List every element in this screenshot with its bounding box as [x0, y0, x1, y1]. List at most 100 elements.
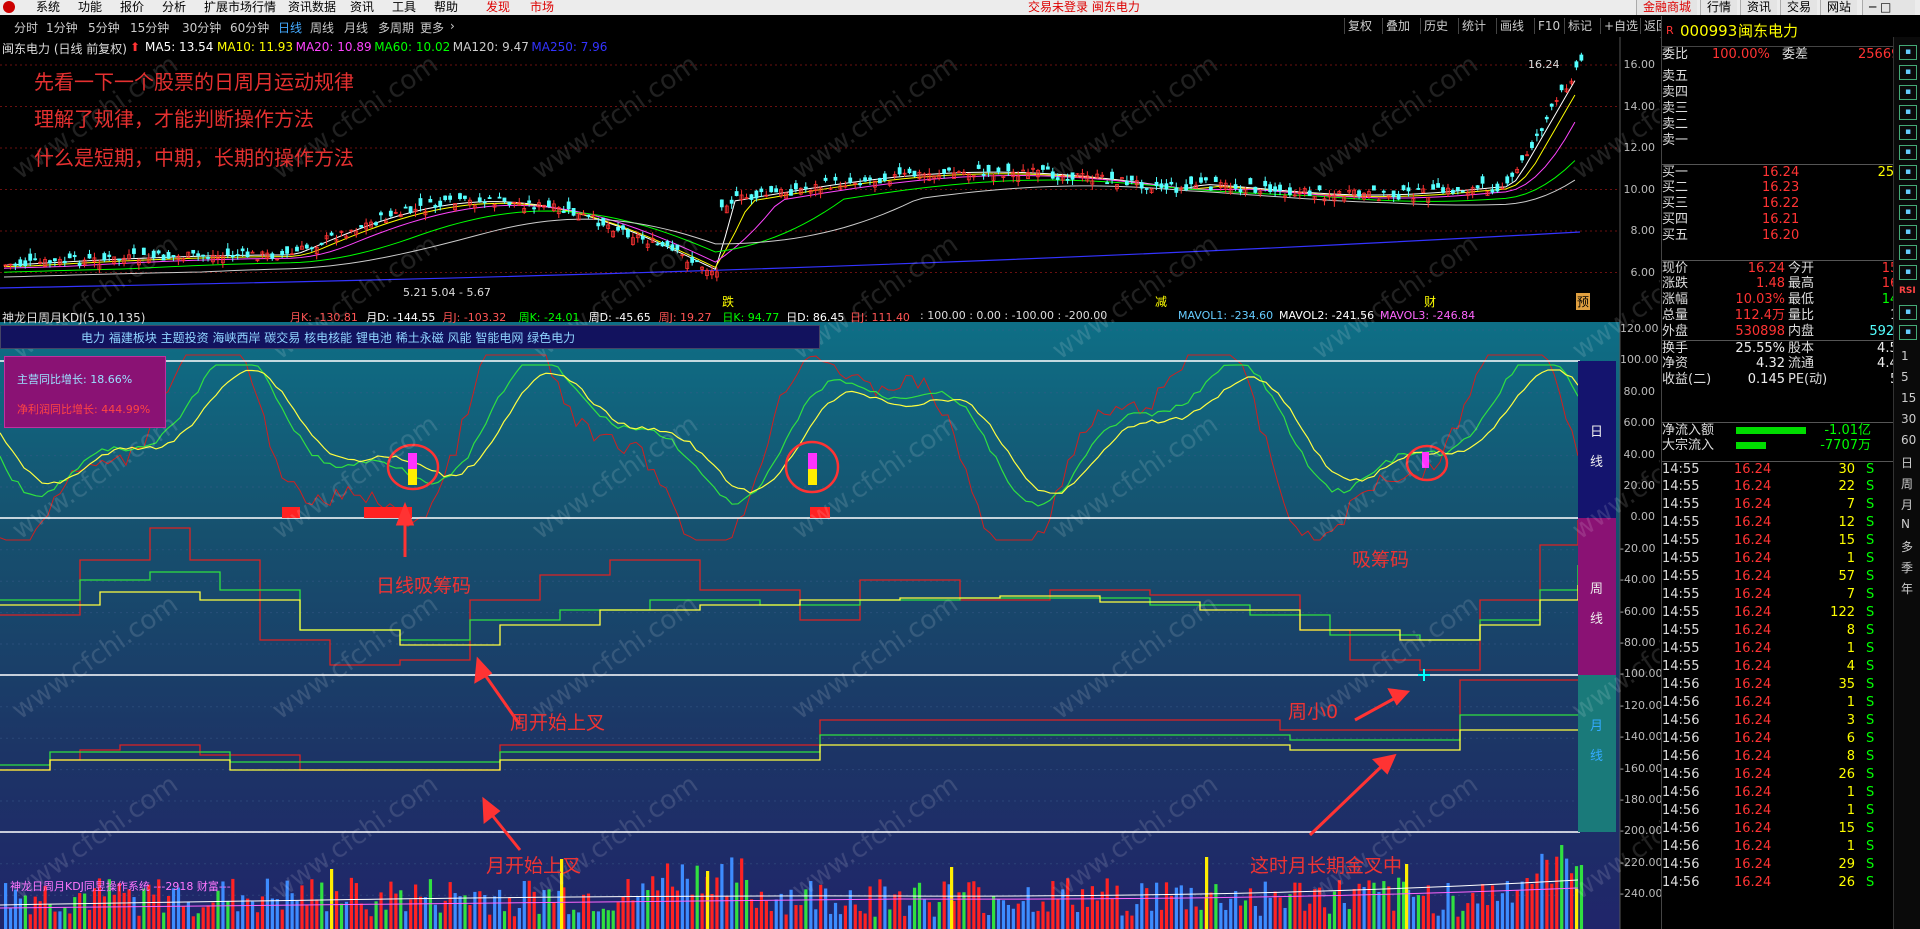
pen-icon[interactable]: ▪ — [1899, 325, 1917, 340]
mouse-icon[interactable]: ▪ — [1899, 205, 1917, 220]
window-controls[interactable]: ─ □ — [1862, 0, 1915, 15]
tab-15min[interactable]: 15分钟 — [130, 19, 169, 36]
tick-row[interactable]: 14:5516.247S5 — [1662, 587, 1920, 602]
event-marker-4[interactable]: 预 — [1576, 293, 1591, 310]
sidebar-period-1[interactable]: 5 — [1901, 370, 1909, 384]
indicator-title[interactable]: 神龙日周月KDJ(5,10,135) — [2, 309, 145, 326]
table-icon[interactable]: ▪ — [1899, 65, 1917, 80]
tick-row[interactable]: 14:5616.2429S6 — [1662, 857, 1920, 872]
tick-row[interactable]: 14:5616.241S1 — [1662, 803, 1920, 818]
board-icon[interactable]: ▪ — [1899, 185, 1917, 200]
more-chevron-icon[interactable]: › — [450, 19, 455, 33]
shop-button[interactable]: 金融商城 — [1636, 0, 1698, 15]
tick-row[interactable]: 14:5616.2435S4 — [1662, 677, 1920, 692]
app-logo-icon[interactable] — [3, 1, 15, 13]
tick-row[interactable]: 14:5616.2426S3 — [1662, 875, 1920, 890]
event-marker-3[interactable]: 财 — [1424, 293, 1436, 310]
menu-item-info[interactable]: 资讯 — [350, 0, 374, 15]
menu-item-extended-market[interactable]: 扩展市场行情 — [204, 0, 276, 15]
f10-button[interactable]: F10 — [1534, 18, 1563, 34]
tick-row[interactable]: 14:5616.241S1 — [1662, 695, 1920, 710]
tick-row[interactable]: 14:5516.2422S3 — [1662, 479, 1920, 494]
tab-timeshare[interactable]: 分时 — [14, 19, 38, 36]
flow-label: 净流入额 — [1662, 423, 1715, 438]
tab-monthly[interactable]: 月线 — [344, 19, 368, 36]
tab-1min[interactable]: 1分钟 — [46, 19, 78, 36]
rsi-icon[interactable]: RSI — [1899, 285, 1916, 298]
sidebar-period-8[interactable]: N — [1901, 517, 1910, 531]
tab-5min[interactable]: 5分钟 — [88, 19, 120, 36]
website-button[interactable]: 网站 — [1820, 0, 1858, 15]
tab-30min[interactable]: 30分钟 — [182, 19, 221, 36]
tick-row[interactable]: 14:5516.248S1 — [1662, 623, 1920, 638]
tab-more[interactable]: 更多 — [420, 19, 444, 36]
news-button[interactable]: 资讯 — [1740, 0, 1778, 15]
sidebar-period-5[interactable]: 日 — [1901, 454, 1913, 471]
tick-row[interactable]: 14:5616.241S1 — [1662, 785, 1920, 800]
draw-button[interactable]: 画线 — [1496, 18, 1527, 34]
news-icon[interactable]: ▪ — [1899, 265, 1917, 280]
sidebar-period-9[interactable]: 多 — [1901, 538, 1913, 555]
report-icon[interactable]: ▪ — [1899, 245, 1917, 260]
menu-item-system[interactable]: 系统 — [36, 0, 60, 15]
tick-row[interactable]: 14:5516.2415S1 — [1662, 533, 1920, 548]
history-button[interactable]: 历史 — [1420, 18, 1451, 34]
stats-button[interactable]: 统计 — [1458, 18, 1489, 34]
tick-row[interactable]: 14:5616.2415S3 — [1662, 821, 1920, 836]
tab-60min[interactable]: 60分钟 — [230, 19, 269, 36]
tick-row[interactable]: 14:5516.2412S2 — [1662, 515, 1920, 530]
menu-item-tools[interactable]: 工具 — [392, 0, 416, 15]
tab-weekly[interactable]: 周线 — [310, 19, 334, 36]
menu-item-function[interactable]: 功能 — [78, 0, 102, 15]
tick-row[interactable]: 14:5616.241S1 — [1662, 839, 1920, 854]
sidebar-period-10[interactable]: 季 — [1901, 559, 1913, 576]
line-icon[interactable]: ▪ — [1899, 125, 1917, 140]
sidebar-period-3[interactable]: 30 — [1901, 412, 1916, 426]
quote-button[interactable]: 行情 — [1700, 0, 1738, 15]
chart-icon[interactable]: ▪ — [1899, 45, 1917, 60]
menu-item-analysis[interactable]: 分析 — [162, 0, 186, 15]
menu-item-help[interactable]: 帮助 — [434, 0, 458, 15]
sidebar-period-7[interactable]: 月 — [1901, 496, 1913, 513]
mark-button[interactable]: 标记 — [1564, 18, 1595, 34]
tick-row[interactable]: 14:5516.24122S5 — [1662, 605, 1920, 620]
adjust-button[interactable]: 复权 — [1344, 18, 1375, 34]
sidebar-period-2[interactable]: 15 — [1901, 391, 1916, 405]
tick-row[interactable]: 14:5616.243S1 — [1662, 713, 1920, 728]
sidebar-period-11[interactable]: 年 — [1901, 580, 1913, 597]
grid-icon[interactable]: ▪ — [1899, 85, 1917, 100]
sidebar-period-6[interactable]: 周 — [1901, 475, 1913, 492]
tick-row[interactable]: 14:5516.2430S2 — [1662, 461, 1920, 477]
indicator-tick-13: -140.00 — [1620, 730, 1663, 744]
tick-row[interactable]: 14:5516.241S1 — [1662, 551, 1920, 566]
event-marker-2[interactable]: 减 — [1155, 293, 1167, 310]
tick-row[interactable]: 14:5616.248S3 — [1662, 749, 1920, 764]
tab-daily[interactable]: 日线 — [278, 19, 302, 36]
add-watchlist-button[interactable]: +自选 — [1600, 18, 1641, 34]
tick-side: S — [1866, 551, 1875, 566]
event-marker-1[interactable]: 跌 — [722, 293, 734, 310]
tick-row[interactable]: 14:5516.2457S4 — [1662, 569, 1920, 584]
sidebar-period-4[interactable]: 60 — [1901, 433, 1916, 447]
tick-row[interactable]: 14:5616.246S2 — [1662, 731, 1920, 746]
indicator-value-6: 日K: 94.77 — [722, 311, 780, 324]
menu-market[interactable]: 市场 — [530, 0, 554, 15]
fund-icon[interactable]: ▪ — [1899, 225, 1917, 240]
tick-volume: 35 — [1838, 677, 1855, 692]
list-icon[interactable]: ▪ — [1899, 105, 1917, 120]
tab-multi-period[interactable]: 多周期 — [378, 19, 414, 36]
menu-discover[interactable]: 发现 — [486, 0, 510, 15]
tick-row[interactable]: 14:5516.247S2 — [1662, 497, 1920, 512]
menu-item-info-data[interactable]: 资讯数据 — [288, 0, 336, 15]
tick-row[interactable]: 14:5516.241S1 — [1662, 641, 1920, 656]
bar-icon[interactable]: ▪ — [1899, 145, 1917, 160]
sidebar-period-0[interactable]: 1 — [1901, 349, 1909, 363]
trade-button[interactable]: 交易 — [1780, 0, 1818, 15]
tick-row[interactable]: 14:5616.2426S4 — [1662, 767, 1920, 782]
tick-row[interactable]: 14:5516.244S2 — [1662, 659, 1920, 674]
kline-icon[interactable]: ▪ — [1899, 165, 1917, 180]
setting-icon[interactable]: ▪ — [1899, 305, 1917, 320]
menu-item-quote[interactable]: 报价 — [120, 0, 144, 15]
overlay-button[interactable]: 叠加 — [1382, 18, 1413, 34]
tick-volume: 1 — [1846, 551, 1855, 566]
